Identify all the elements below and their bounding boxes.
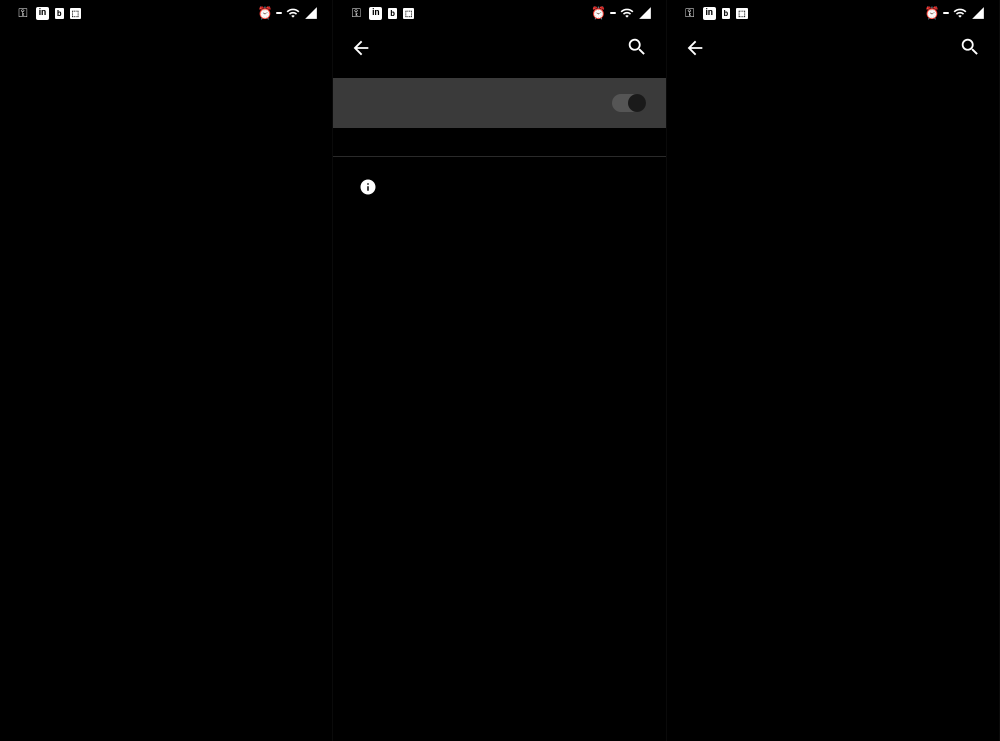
- linkedin-icon: in: [36, 7, 49, 20]
- status-bar: ⚿ in b ⬚ ⏰: [333, 0, 665, 26]
- status-bar: ⚿ in b ⬚ ⏰: [0, 0, 332, 26]
- signal-icon: [638, 6, 652, 20]
- info-row: [333, 157, 665, 215]
- section-recent-requests: [333, 128, 665, 156]
- key-icon: ⚿: [683, 6, 697, 20]
- vzwifi-badge: [276, 12, 282, 14]
- wifi-icon: [620, 6, 634, 20]
- use-location-row[interactable]: [333, 78, 665, 128]
- wifi-icon: [953, 6, 967, 20]
- app-bar: [667, 26, 999, 70]
- use-location-toggle[interactable]: [612, 94, 646, 112]
- alarm-icon: ⏰: [258, 6, 272, 20]
- app-icon-1: b: [722, 8, 731, 19]
- wifi-icon: [286, 6, 300, 20]
- app-icon-1: b: [55, 8, 64, 19]
- key-icon: ⚿: [16, 6, 30, 20]
- page-header: [0, 26, 332, 56]
- app-icon-2: ⬚: [403, 8, 415, 19]
- info-icon: [353, 175, 383, 199]
- settings-screen: ⚿ in b ⬚ ⏰: [0, 0, 333, 741]
- back-button[interactable]: [349, 36, 373, 60]
- key-icon: ⚿: [349, 6, 363, 20]
- location-screen: ⚿ in b ⬚ ⏰: [333, 0, 666, 741]
- status-bar: ⚿ in b ⬚ ⏰: [667, 0, 999, 26]
- search-button[interactable]: [626, 36, 650, 60]
- scanning-screen: ⚿ in b ⬚ ⏰: [667, 0, 1000, 741]
- app-icon-1: b: [388, 8, 397, 19]
- vzwifi-badge: [943, 12, 949, 14]
- vzwifi-badge: [610, 12, 616, 14]
- alarm-icon: ⏰: [592, 6, 606, 20]
- alarm-icon: ⏰: [925, 6, 939, 20]
- app-bar: [333, 26, 665, 70]
- signal-icon: [971, 6, 985, 20]
- signal-icon: [304, 6, 318, 20]
- linkedin-icon: in: [369, 7, 382, 20]
- linkedin-icon: in: [703, 7, 716, 20]
- app-icon-2: ⬚: [736, 8, 748, 19]
- back-button[interactable]: [683, 36, 707, 60]
- search-button[interactable]: [959, 36, 983, 60]
- app-icon-2: ⬚: [70, 8, 82, 19]
